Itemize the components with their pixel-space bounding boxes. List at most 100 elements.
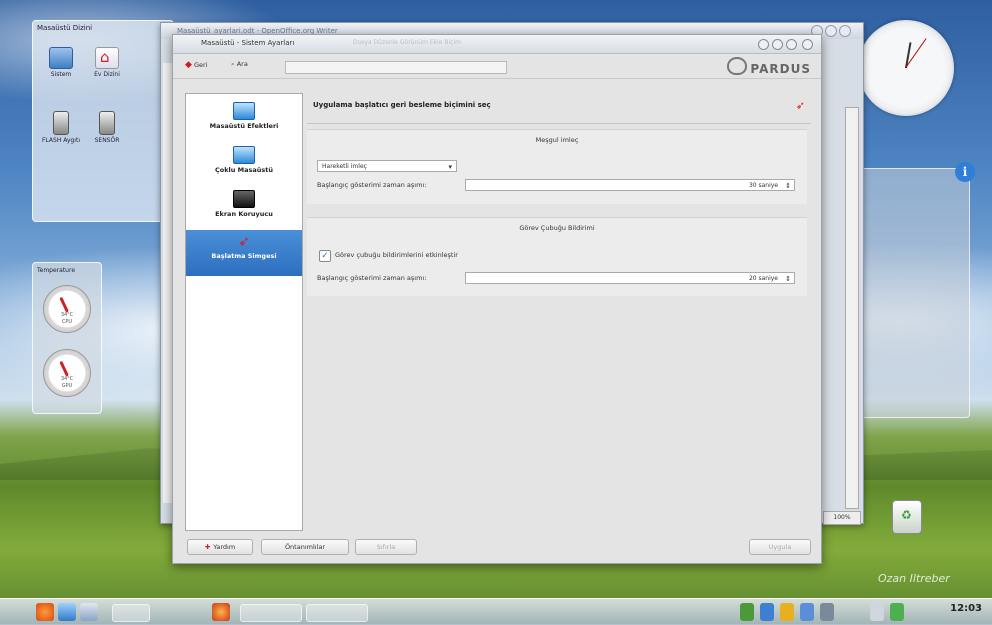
vertical-scrollbar[interactable] (845, 107, 859, 509)
trash-icon[interactable] (892, 500, 922, 534)
folder-view-widget[interactable]: Masaüstü Dizini Sistem Ev Dizini FLASH A… (32, 20, 174, 222)
spin-arrows-icon[interactable]: ⇕ (785, 180, 791, 192)
gauge-label: CPU (61, 319, 73, 325)
desktop-show-icon[interactable] (58, 603, 76, 621)
folder-view-title: Masaüstü Dizini (37, 24, 93, 32)
spinbox-value: 30 saniye (748, 182, 778, 189)
tray-updates-icon[interactable] (800, 603, 814, 621)
apply-button[interactable]: Uygula (749, 539, 811, 555)
gauge-value: 34°C (60, 376, 74, 382)
pardus-logo-text: PARDUS (750, 62, 811, 76)
timeout-label: Başlangıç gösterimi zaman aşımı: (317, 274, 427, 282)
spin-arrows-icon[interactable]: ⇕ (785, 273, 791, 285)
gauge-needle (59, 360, 69, 377)
sidebar-item-label: Ekran Koruyucu (215, 210, 273, 218)
back-button[interactable]: ◆ Geri (185, 60, 208, 70)
gauge-value: 34°C (60, 312, 74, 318)
tray-keyboard-icon[interactable] (870, 603, 884, 621)
page-title: Uygulama başlatıcı geri besleme biçimini… (313, 101, 491, 109)
analog-clock-widget (858, 20, 954, 116)
pardus-logo: PARDUS (727, 57, 811, 76)
busy-cursor-group: Meşgul imleç Hareketli imleç ▾ Başlangıç… (307, 129, 807, 204)
rocket-icon: ➶ (795, 99, 805, 112)
busy-timeout-spinbox[interactable]: 30 saniye ⇕ (465, 179, 795, 191)
taskbar-notification-checkbox[interactable]: ✓ (319, 250, 331, 262)
sidebar-item-multiple-desktops[interactable]: Çoklu Masaüstü (186, 142, 302, 188)
reset-button[interactable]: Sıfırla (355, 539, 417, 555)
wallpaper-watermark: Ozan Iltreber (878, 572, 950, 585)
taskbar-clock[interactable]: 12:03 (950, 603, 982, 614)
settings-sidebar: Masaüstü Efektleri Çoklu Masaüstü Ekran … (185, 93, 303, 531)
sidebar-item-label: Çoklu Masaüstü (214, 166, 274, 174)
group-title: Meşgul imleç (535, 136, 579, 144)
info-icon[interactable]: i (955, 162, 975, 182)
taskbar-task-writer[interactable] (306, 604, 368, 622)
desktop-icon-sensor[interactable]: SENSÖR (85, 111, 129, 144)
close-icon[interactable] (839, 25, 851, 37)
desktop-icon-home[interactable]: Ev Dizini (85, 47, 129, 78)
lifebuoy-icon: ✚ (204, 543, 211, 551)
dialog-titlebar[interactable]: Masaüstü - Sistem Ayarları Dosya Düzenle… (173, 35, 821, 54)
help-button[interactable]: ✚ Yardım (187, 539, 253, 555)
taskbar-timeout-spinbox[interactable]: 20 saniye ⇕ (465, 272, 795, 284)
pager[interactable] (112, 604, 150, 622)
gauge-needle (59, 296, 69, 313)
kickoff-menu-icon[interactable] (36, 603, 54, 621)
sidebar-item-label: Masaüstü Efektleri (209, 122, 279, 130)
search-button[interactable]: ⌕ Ara (231, 60, 248, 69)
maximize-icon[interactable] (786, 39, 797, 50)
dialog-toolbar: ◆ Geri ⌕ Ara PARDUS (173, 54, 821, 79)
monitor-icon (233, 102, 255, 120)
defaults-button[interactable]: Öntanımlılar (261, 539, 349, 555)
group-title: Görev Çubuğu Bildirimi (519, 224, 595, 232)
sidebar-item-screen-saver[interactable]: Ekran Koruyucu (186, 186, 302, 232)
screen-icon (233, 190, 255, 208)
minimize-icon[interactable] (772, 39, 783, 50)
tray-device-icon[interactable] (820, 603, 834, 621)
desktop-icon-flash[interactable]: FLASH Aygıtı (39, 111, 83, 144)
maximize-icon[interactable] (825, 25, 837, 37)
temperature-title: Temperature (37, 267, 76, 274)
tray-clipboard-icon[interactable] (890, 603, 904, 621)
back-arrow-icon: ◆ (185, 60, 192, 70)
reset-button-label: Sıfırla (376, 543, 396, 551)
firefox-icon[interactable] (212, 603, 230, 621)
dialog-title-ghost-menu: Dosya Düzenle Görünüm Ekle Biçim (353, 39, 461, 46)
temperature-widget: Temperature 34°C CPU 34°C GPU (32, 262, 102, 414)
tray-volume-icon[interactable] (760, 603, 774, 621)
file-manager-icon[interactable] (80, 603, 98, 621)
cpu-gauge: 34°C CPU (43, 285, 91, 333)
search-button-label: Ara (236, 60, 248, 68)
sidebar-item-label: Başlatma Simgesi (211, 252, 277, 260)
dialog-title: Masaüstü - Sistem Ayarları (201, 39, 295, 47)
zoom-level[interactable]: 100% (823, 511, 861, 525)
help-button-label: Yardım (213, 543, 236, 551)
divider (307, 123, 811, 124)
home-icon (95, 47, 119, 69)
checkbox-label[interactable]: Görev çubuğu bildirimlerini etkinleştir (335, 251, 458, 259)
back-button-label: Geri (194, 61, 208, 69)
search-icon: ⌕ (231, 60, 235, 68)
system-settings-dialog[interactable]: Masaüstü - Sistem Ayarları Dosya Düzenle… (172, 34, 822, 564)
close-icon[interactable] (802, 39, 813, 50)
chevron-down-icon: ▾ (448, 163, 452, 171)
busy-cursor-combo[interactable]: Hareketli imleç ▾ (317, 160, 457, 172)
sidebar-item-desktop-effects[interactable]: Masaüstü Efektleri (186, 98, 302, 144)
desktop-icon-label: FLASH Aygıtı (41, 137, 80, 144)
search-input[interactable] (285, 61, 507, 74)
help-icon[interactable] (758, 39, 769, 50)
taskbar-task-settings[interactable] (240, 604, 302, 622)
sidebar-item-launch-feedback[interactable]: ➶ Başlatma Simgesi (186, 230, 302, 276)
drive-icon (99, 111, 115, 135)
tray-network-icon[interactable] (740, 603, 754, 621)
desktop-icon-system[interactable]: Sistem (39, 47, 83, 78)
tray-battery-icon[interactable] (780, 603, 794, 621)
spinbox-value: 20 saniye (748, 275, 778, 282)
apply-button-label: Uygula (768, 543, 792, 551)
rocket-icon: ➶ (238, 234, 250, 250)
gauge-label: GPU (61, 383, 73, 389)
taskbar-notification-group: Görev Çubuğu Bildirimi ✓ Görev çubuğu bi… (307, 217, 807, 296)
network-monitor-widget (860, 168, 970, 418)
desktop-icon-label: SENSÖR (94, 137, 120, 144)
defaults-button-label: Öntanımlılar (284, 543, 326, 551)
